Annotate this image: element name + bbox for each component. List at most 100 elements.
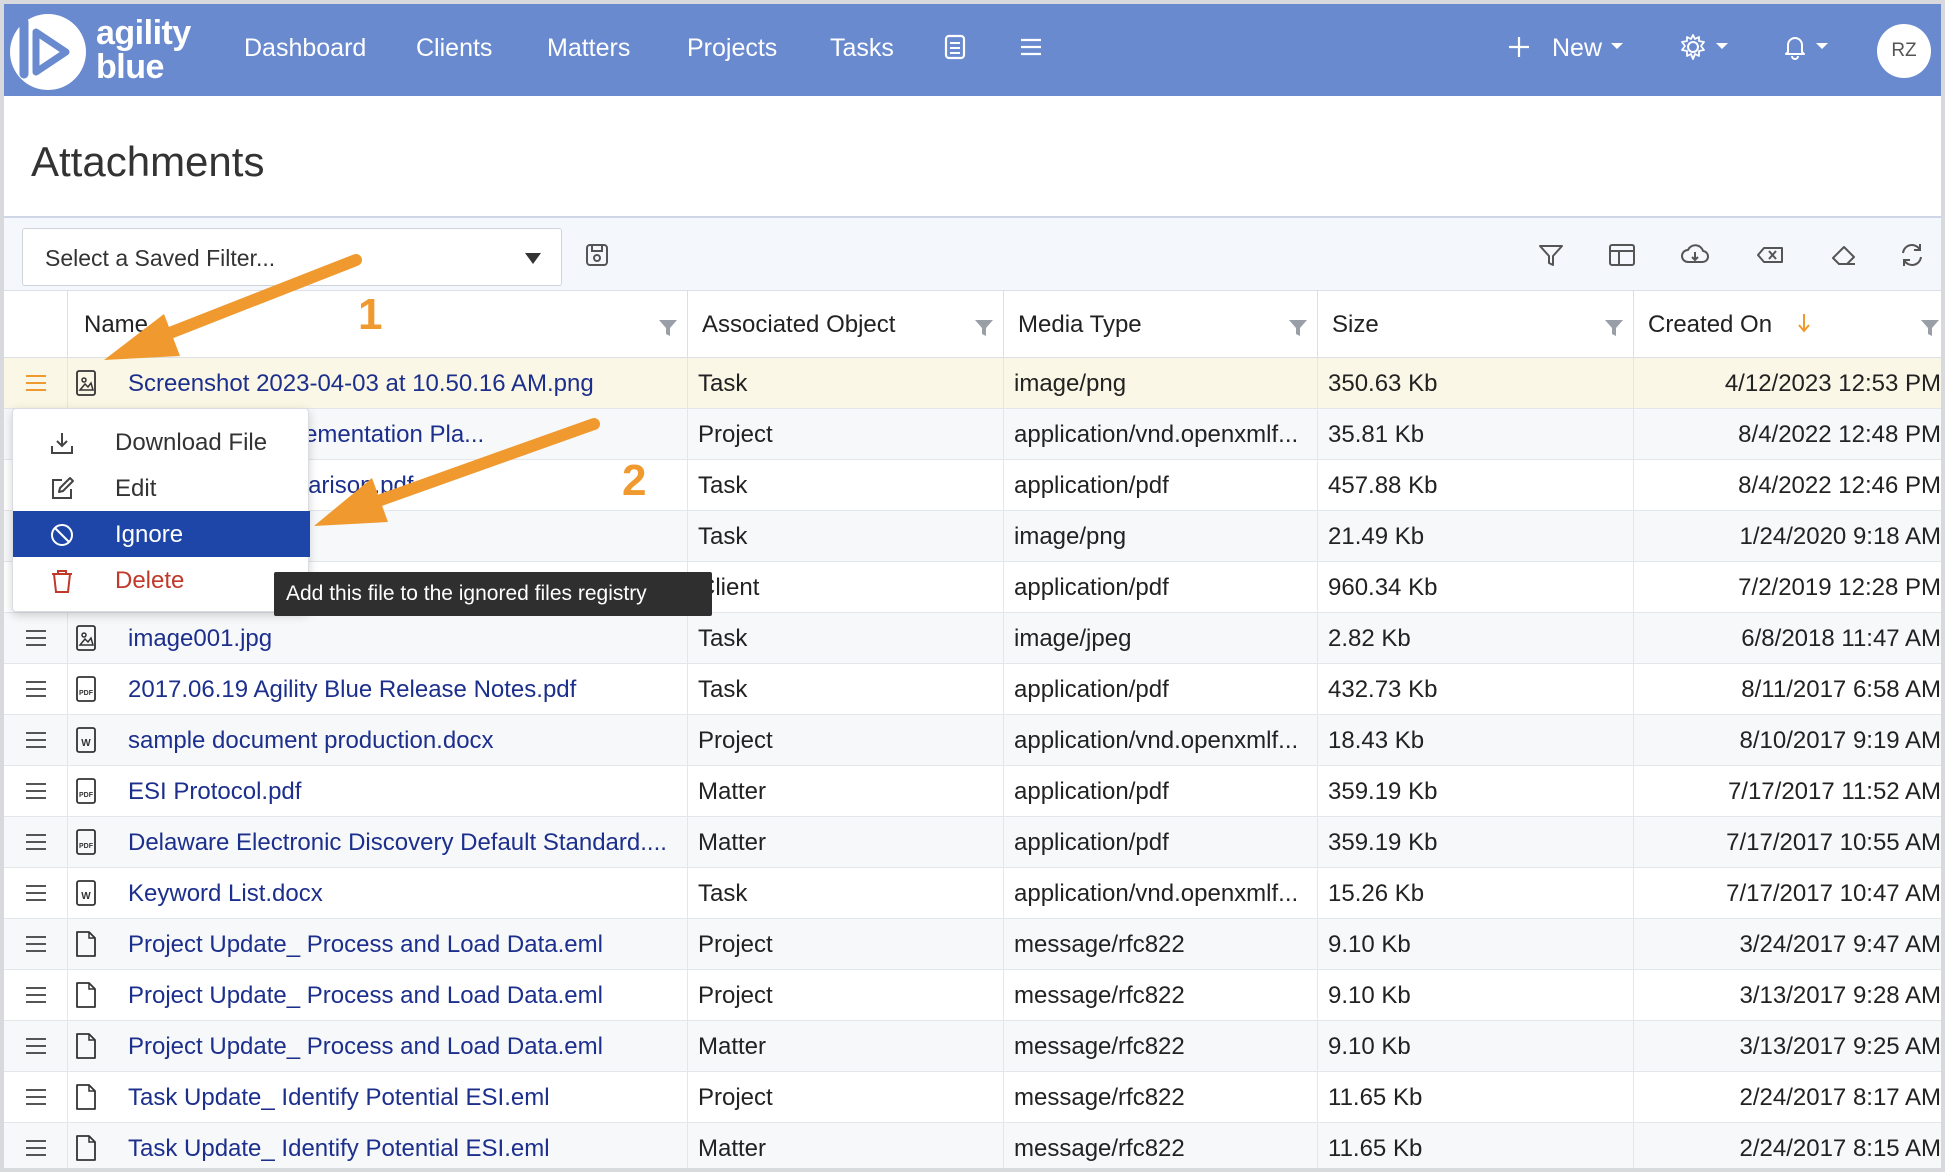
row-menu-icon[interactable] bbox=[24, 373, 48, 393]
cell-associated-object: Task bbox=[688, 358, 1004, 409]
file-name-link[interactable]: Screenshot 2023-04-03 at 10.50.16 AM.png bbox=[118, 358, 594, 409]
file-name-link[interactable]: Project Update_ Process and Load Data.em… bbox=[118, 1021, 603, 1072]
menu-item-edit[interactable]: Edit bbox=[13, 465, 310, 511]
file-name-link[interactable]: Project Update_ Process and Load Data.em… bbox=[118, 919, 603, 970]
column-filter-icon[interactable] bbox=[1287, 317, 1309, 339]
row-menu-cell bbox=[4, 1123, 68, 1168]
cell-name[interactable]: image001.jpg bbox=[68, 613, 688, 664]
columns-icon[interactable] bbox=[1607, 240, 1637, 270]
row-menu-icon[interactable] bbox=[24, 628, 48, 648]
save-filter-icon[interactable] bbox=[582, 240, 612, 270]
cell-name[interactable]: Screenshot 2023-04-03 at 10.50.16 AM.png bbox=[68, 358, 688, 409]
table-row[interactable]: Task Update_ Identify Potential ESI.eml P… bbox=[4, 1072, 1941, 1123]
cell-name[interactable]: W Keyword List.docx bbox=[68, 868, 688, 919]
file-name-link[interactable]: Task Update_ Identify Potential ESI.eml bbox=[118, 1072, 550, 1123]
row-menu-icon[interactable] bbox=[24, 883, 48, 903]
cell-name[interactable]: Task Update_ Identify Potential ESI.eml bbox=[68, 1072, 688, 1123]
cell-name[interactable]: Wsample document production.docx bbox=[68, 715, 688, 766]
menu-icon[interactable] bbox=[1016, 32, 1046, 62]
sort-desc-icon[interactable] bbox=[1796, 311, 1812, 335]
cell-name[interactable]: Project Update_ Process and Load Data.em… bbox=[68, 970, 688, 1021]
cell-name[interactable]: PDF ESI Protocol.pdf bbox=[68, 766, 688, 817]
row-menu-icon[interactable] bbox=[24, 832, 48, 852]
app-window: agility blue Dashboard Clients Matters P… bbox=[0, 0, 1945, 1172]
menu-item-ignore[interactable]: Ignore bbox=[13, 511, 310, 557]
table-row[interactable]: Project Update_ Process and Load Data.em… bbox=[4, 1021, 1941, 1072]
logo[interactable]: agility blue bbox=[10, 12, 210, 90]
table-row[interactable]: PDF 2017.06.19 Agility Blue Release Notes… bbox=[4, 664, 1941, 715]
file-name-link[interactable]: Delaware Electronic Discovery Default St… bbox=[118, 817, 667, 868]
table-row[interactable]: Screenshot 2023-04-03 at 10.50.16 AM.png… bbox=[4, 358, 1941, 409]
file-name-link[interactable]: Task Update_ Identify Potential ESI.eml bbox=[118, 1123, 550, 1168]
table-row[interactable]: PDF ESI Protocol.pdf Matter application/pdf… bbox=[4, 766, 1941, 817]
column-header-size[interactable]: Size bbox=[1318, 291, 1634, 359]
size-text: 21.49 Kb bbox=[1328, 523, 1425, 550]
saved-filter-select[interactable]: Select a Saved Filter... bbox=[22, 228, 562, 286]
cloud-download-icon[interactable] bbox=[1680, 240, 1710, 270]
row-menu-icon[interactable] bbox=[24, 679, 48, 699]
cell-name[interactable]: PDF 2017.06.19 Agility Blue Release Notes… bbox=[68, 664, 688, 715]
column-header-associated-object[interactable]: Associated Object bbox=[688, 291, 1004, 359]
nav-tasks[interactable]: Tasks bbox=[830, 34, 894, 63]
media-type-text: image/png bbox=[1014, 370, 1127, 397]
table-row[interactable]: image001.jpg Task image/jpeg 2.82 Kb 6/8/201… bbox=[4, 613, 1941, 664]
row-menu-icon[interactable] bbox=[24, 730, 48, 750]
cell-name[interactable]: PDF Delaware Electronic Discovery Default… bbox=[68, 817, 688, 868]
size-text: 359.19 Kb bbox=[1328, 829, 1438, 856]
filter-icon[interactable] bbox=[1536, 240, 1566, 270]
word-file-icon: W bbox=[76, 727, 96, 753]
table-row[interactable]: Project Update_ Process and Load Data.em… bbox=[4, 919, 1941, 970]
cell-name[interactable]: Project Update_ Process and Load Data.em… bbox=[68, 1021, 688, 1072]
file-name-link[interactable]: image001.jpg bbox=[118, 613, 272, 664]
table-row[interactable]: Task Update_ Identify Potential ESI.eml M… bbox=[4, 1123, 1941, 1168]
table-row[interactable]: W Keyword List.docx Task application/vnd.op… bbox=[4, 868, 1941, 919]
column-filter-icon[interactable] bbox=[1919, 317, 1941, 339]
row-menu-icon[interactable] bbox=[24, 1087, 48, 1107]
nav-matters[interactable]: Matters bbox=[547, 34, 630, 63]
cell-created-on: 8/10/2017 9:19 AM bbox=[1634, 715, 1942, 766]
cell-created-on: 3/13/2017 9:28 AM bbox=[1634, 970, 1942, 1021]
gear-icon[interactable] bbox=[1678, 32, 1708, 62]
row-menu-icon[interactable] bbox=[24, 781, 48, 801]
clear-filter-icon[interactable] bbox=[1755, 240, 1785, 270]
row-menu-icon[interactable] bbox=[24, 1036, 48, 1056]
file-name-link[interactable]: sample document production.docx bbox=[118, 715, 494, 766]
table-row[interactable]: Project Update_ Process and Load Data.em… bbox=[4, 970, 1941, 1021]
column-header-media-type[interactable]: Media Type bbox=[1004, 291, 1318, 359]
timesheet-icon[interactable] bbox=[940, 32, 970, 62]
menu-item-download-file[interactable]: Download File bbox=[13, 419, 310, 465]
row-menu-icon[interactable] bbox=[24, 1138, 48, 1158]
cell-associated-object: Task bbox=[688, 868, 1004, 919]
table-row[interactable]: Wsample document production.docx Project a… bbox=[4, 715, 1941, 766]
eraser-icon[interactable] bbox=[1829, 240, 1859, 270]
file-name-link[interactable]: ESI Protocol.pdf bbox=[118, 766, 301, 817]
row-menu-icon[interactable] bbox=[24, 985, 48, 1005]
associated-object-text: Matter bbox=[698, 1033, 767, 1060]
menu-item-delete[interactable]: Delete bbox=[13, 557, 310, 603]
bell-icon[interactable] bbox=[1780, 32, 1810, 62]
chevron-down-icon bbox=[1816, 43, 1828, 49]
plus-icon[interactable] bbox=[1504, 32, 1534, 62]
nav-clients[interactable]: Clients bbox=[416, 34, 492, 63]
row-menu-cell bbox=[4, 664, 68, 715]
cell-size: 960.34 Kb bbox=[1318, 562, 1634, 613]
file-name-link[interactable]: 2017.06.19 Agility Blue Release Notes.pd… bbox=[118, 664, 576, 715]
row-menu-icon[interactable] bbox=[24, 934, 48, 954]
file-name-link[interactable]: Keyword List.docx bbox=[118, 868, 323, 919]
created-on-text: 8/4/2022 12:46 PM bbox=[1738, 472, 1941, 499]
associated-object-text: Task bbox=[698, 472, 748, 499]
column-header-created-on[interactable]: Created On bbox=[1634, 291, 1941, 359]
table-row[interactable]: PDF Delaware Electronic Discovery Default… bbox=[4, 817, 1941, 868]
refresh-icon[interactable] bbox=[1897, 240, 1927, 270]
column-filter-icon[interactable] bbox=[1603, 317, 1625, 339]
created-on-text: 7/17/2017 11:52 AM bbox=[1727, 778, 1941, 805]
new-button[interactable]: New bbox=[1552, 34, 1602, 63]
file-name-link[interactable]: Project Update_ Process and Load Data.em… bbox=[118, 970, 603, 1021]
avatar[interactable]: RZ bbox=[1877, 24, 1931, 78]
column-filter-icon[interactable] bbox=[657, 317, 679, 339]
nav-projects[interactable]: Projects bbox=[687, 34, 777, 63]
cell-name[interactable]: Task Update_ Identify Potential ESI.eml bbox=[68, 1123, 688, 1168]
column-filter-icon[interactable] bbox=[973, 317, 995, 339]
nav-dashboard[interactable]: Dashboard bbox=[244, 34, 366, 63]
cell-name[interactable]: Project Update_ Process and Load Data.em… bbox=[68, 919, 688, 970]
